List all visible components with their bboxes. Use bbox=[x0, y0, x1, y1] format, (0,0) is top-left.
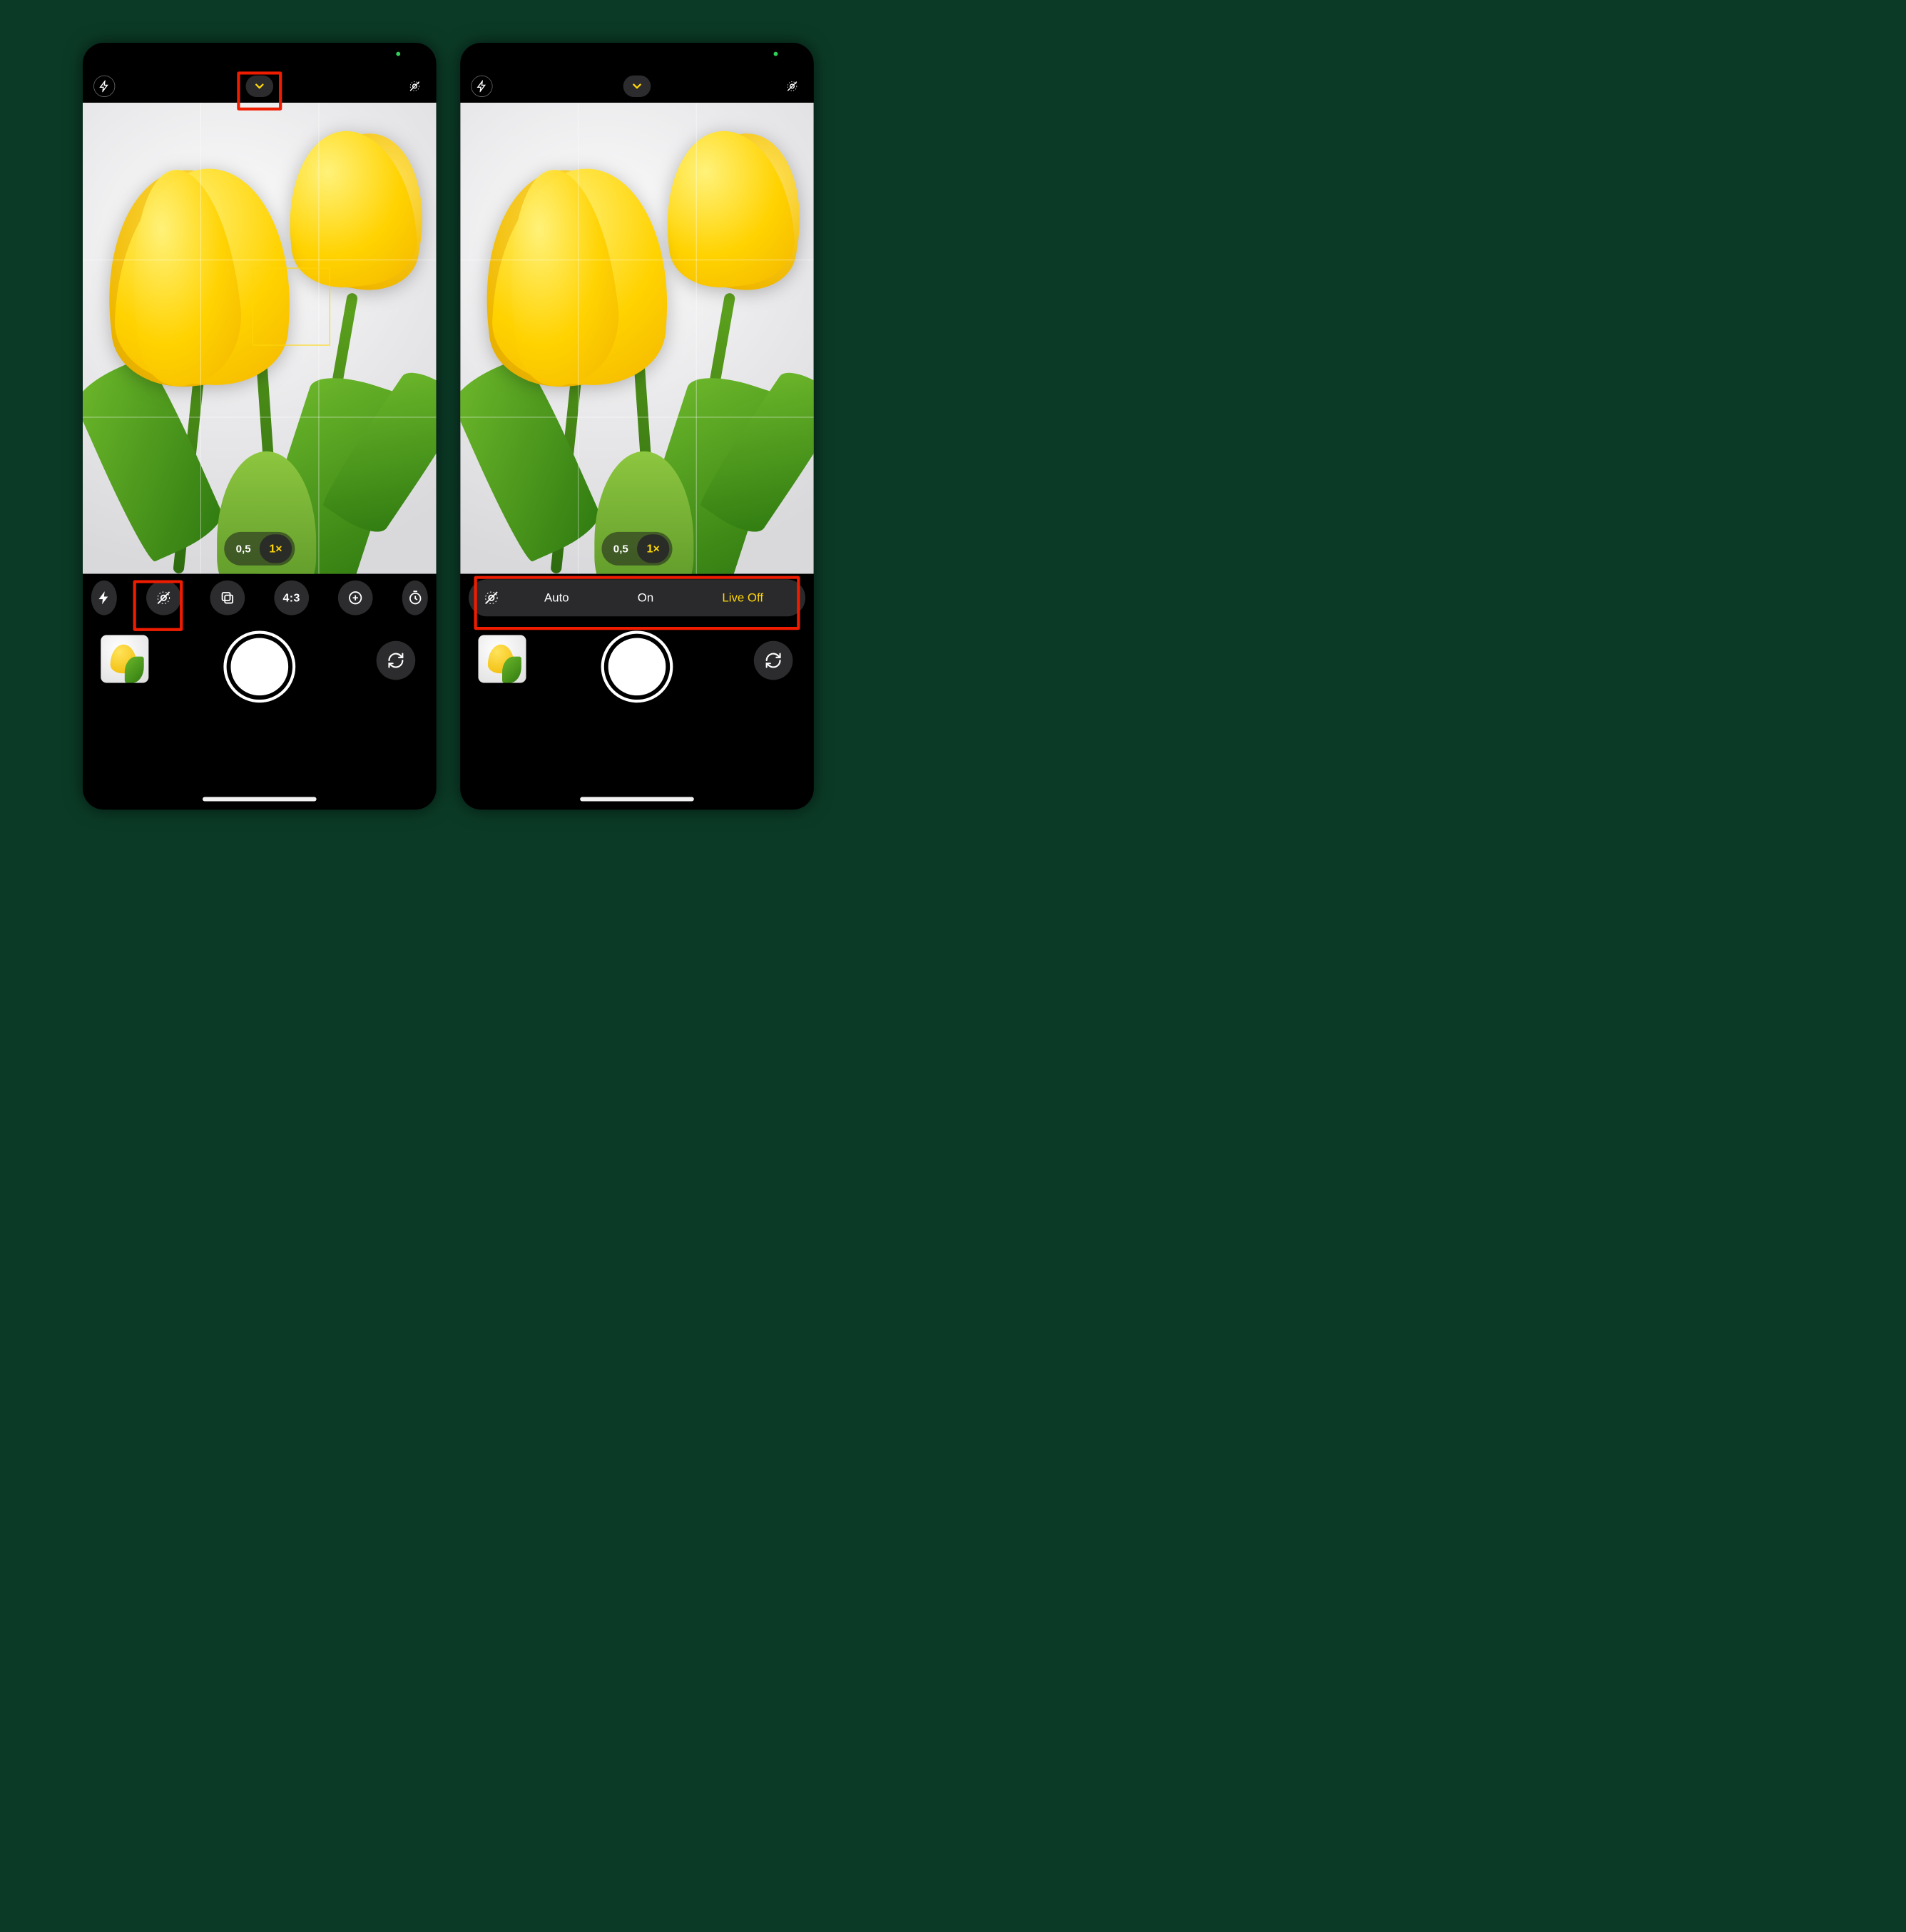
live-option-off[interactable]: Live Off bbox=[722, 591, 763, 605]
chevron-down-icon bbox=[253, 80, 266, 93]
zoom-0_5x[interactable]: 0,5 bbox=[605, 534, 637, 563]
last-photo-thumbnail[interactable] bbox=[101, 635, 148, 683]
home-indicator[interactable] bbox=[203, 797, 317, 802]
timer-tool[interactable] bbox=[402, 581, 428, 615]
live-photo-toggle-top[interactable] bbox=[404, 76, 425, 97]
shutter-button[interactable] bbox=[227, 634, 292, 700]
last-photo-thumbnail[interactable] bbox=[478, 635, 526, 683]
status-bar bbox=[460, 43, 814, 70]
secondary-controls: 4:3 bbox=[83, 574, 437, 622]
exposure-icon bbox=[347, 590, 363, 605]
live-photo-tool[interactable] bbox=[146, 581, 181, 615]
flash-icon bbox=[96, 590, 112, 605]
flash-icon bbox=[98, 81, 111, 93]
status-bar bbox=[83, 43, 437, 70]
photographic-styles-tool[interactable] bbox=[210, 581, 245, 615]
controls-expand-button[interactable] bbox=[623, 76, 651, 97]
styles-icon bbox=[220, 590, 235, 605]
live-photo-off-icon bbox=[409, 81, 421, 93]
viewfinder[interactable]: 0,5 1× bbox=[460, 103, 814, 574]
switch-camera-button[interactable] bbox=[377, 641, 416, 680]
switch-camera-button[interactable] bbox=[754, 641, 793, 680]
secondary-controls: Auto On Live Off bbox=[460, 574, 814, 622]
flash-tool[interactable] bbox=[91, 581, 117, 615]
viewfinder[interactable]: 0,5 1× bbox=[83, 103, 437, 574]
live-photo-options-panel: Auto On Live Off bbox=[469, 579, 805, 616]
flash-toggle-top[interactable] bbox=[93, 76, 115, 97]
aspect-ratio-tool[interactable]: 4:3 bbox=[274, 581, 309, 615]
home-indicator[interactable] bbox=[580, 797, 694, 802]
zoom-1x[interactable]: 1× bbox=[260, 534, 292, 563]
controls-expand-button[interactable] bbox=[245, 76, 273, 97]
phone-left: 0,5 1× 4:3 bbox=[83, 43, 437, 809]
live-photo-tool[interactable] bbox=[476, 583, 506, 613]
live-photo-off-icon bbox=[484, 590, 499, 605]
shutter-button[interactable] bbox=[604, 634, 670, 700]
zoom-1x[interactable]: 1× bbox=[637, 534, 669, 563]
camera-preview bbox=[460, 103, 814, 574]
camera-indicator-dot bbox=[774, 52, 778, 56]
flash-toggle-top[interactable] bbox=[471, 76, 492, 97]
live-photo-off-icon bbox=[786, 81, 798, 93]
zoom-selector: 0,5 1× bbox=[224, 532, 295, 566]
top-controls bbox=[460, 70, 814, 103]
capture-area bbox=[83, 622, 437, 809]
timer-icon bbox=[407, 590, 423, 605]
live-option-auto[interactable]: Auto bbox=[544, 591, 569, 605]
live-photo-toggle-top[interactable] bbox=[781, 76, 802, 97]
live-option-on[interactable]: On bbox=[638, 591, 653, 605]
flash-icon bbox=[476, 81, 488, 93]
phone-right: 0,5 1× Auto On Live Off bbox=[460, 43, 814, 809]
switch-camera-icon bbox=[765, 652, 783, 670]
switch-camera-icon bbox=[387, 652, 404, 670]
exposure-tool[interactable] bbox=[338, 581, 373, 615]
camera-indicator-dot bbox=[396, 52, 400, 56]
zoom-selector: 0,5 1× bbox=[601, 532, 672, 566]
live-photo-off-icon bbox=[156, 590, 171, 605]
focus-indicator bbox=[253, 267, 330, 345]
chevron-down-icon bbox=[631, 80, 643, 93]
zoom-0_5x[interactable]: 0,5 bbox=[227, 534, 259, 563]
top-controls bbox=[83, 70, 437, 103]
capture-area bbox=[460, 622, 814, 809]
